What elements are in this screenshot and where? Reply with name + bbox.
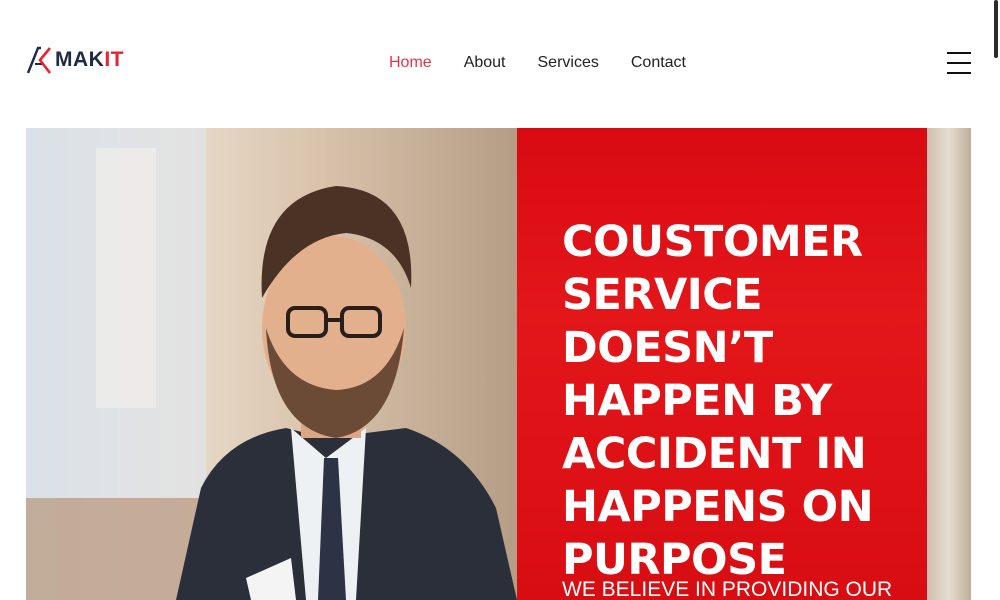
- nav-item-home[interactable]: Home: [389, 52, 432, 74]
- businessman-portrait-image: [26, 128, 517, 600]
- nav-item-contact[interactable]: Contact: [631, 52, 686, 74]
- brand-logo[interactable]: MAKIT: [26, 46, 124, 74]
- hero-banner: COUSTOMER SERVICE DOESN’T HAPPEN BY ACCI…: [26, 128, 971, 600]
- ak-logo-icon: [26, 46, 52, 74]
- hero-text-panel: COUSTOMER SERVICE DOESN’T HAPPEN BY ACCI…: [517, 128, 927, 600]
- hero-subheadline: WE BELIEVE IN PROVIDING OUR: [562, 578, 893, 600]
- main-nav: Home About Services Contact: [389, 52, 718, 74]
- nav-item-services[interactable]: Services: [538, 52, 599, 74]
- page-scrollbar[interactable]: [994, 0, 998, 58]
- background-strip: [927, 128, 971, 600]
- nav-item-about[interactable]: About: [464, 52, 506, 74]
- hero-headline: COUSTOMER SERVICE DOESN’T HAPPEN BY ACCI…: [562, 217, 874, 585]
- brand-name: MAKIT: [55, 48, 124, 71]
- hamburger-menu-icon[interactable]: [947, 52, 971, 74]
